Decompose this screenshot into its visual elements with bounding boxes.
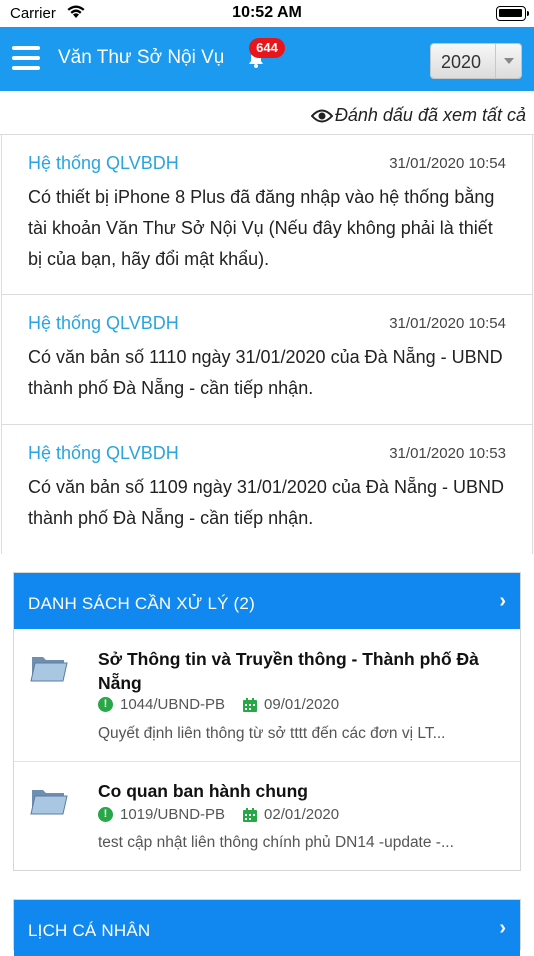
chevron-down-icon — [495, 44, 521, 78]
notification-body: Có văn bản số 1109 ngày 31/01/2020 của Đ… — [28, 477, 504, 528]
calendar-panel: LỊCH CÁ NHÂN › — [13, 899, 521, 956]
calendar-icon — [243, 697, 258, 712]
calendar-panel-title: LỊCH CÁ NHÂN — [28, 921, 151, 940]
exclamation-circle-icon: ! — [98, 807, 113, 822]
eye-icon — [310, 109, 333, 122]
todo-item-code: 1019/UBND-PB — [120, 806, 226, 823]
notification-date: 31/01/2020 10:54 — [389, 315, 506, 332]
todo-panel-header[interactable]: DANH SÁCH CẦN XỬ LÝ (2) › — [14, 573, 520, 629]
todo-item-desc: Quyết định liên thông từ sở tttt đến các… — [98, 725, 446, 742]
notification-item[interactable]: Hệ thống QLVBDH 31/01/2020 10:54 Có văn … — [1, 295, 533, 425]
todo-item-meta: ! 1019/UBND-PB 02/01/2020 — [98, 806, 339, 823]
chevron-right-icon: › — [499, 917, 506, 939]
nav-title: Văn Thư Sở Nội Vụ — [58, 47, 225, 68]
todo-item-title: Sở Thông tin và Truyền thông - Thành phố… — [98, 649, 479, 693]
todo-item[interactable]: Co quan ban hành chung ! 1019/UBND-PB 02… — [14, 762, 520, 870]
mark-all-read-link[interactable]: Đánh dấu đã xem tất cả — [310, 105, 526, 126]
exclamation-circle-icon: ! — [98, 697, 113, 712]
todo-item-date: 02/01/2020 — [264, 806, 340, 823]
todo-item-title: Co quan ban hành chung — [98, 781, 308, 801]
todo-item-desc: test cập nhật liên thông chính phủ DN14 … — [98, 834, 454, 851]
notification-date: 31/01/2020 10:54 — [389, 155, 506, 172]
todo-item-meta: ! 1044/UBND-PB 09/01/2020 — [98, 696, 339, 713]
year-select[interactable]: 2020 — [430, 43, 522, 79]
status-time: 10:52 AM — [232, 4, 302, 21]
status-bar: Carrier 10:52 AM — [0, 0, 534, 27]
notification-count-badge[interactable]: 644 — [249, 38, 285, 58]
folder-icon — [30, 790, 68, 815]
folder-icon — [30, 657, 68, 682]
hamburger-menu-icon[interactable] — [12, 46, 40, 70]
notification-date: 31/01/2020 10:53 — [389, 445, 506, 462]
notification-list[interactable]: Hệ thống QLVBDH 31/01/2020 10:54 Có thiế… — [0, 134, 534, 554]
todo-panel-title: DANH SÁCH CẦN XỬ LÝ (2) — [28, 594, 255, 613]
mark-all-read-label: Đánh dấu đã xem tất cả — [334, 105, 526, 125]
todo-item[interactable]: Sở Thông tin và Truyền thông - Thành phố… — [14, 629, 520, 762]
todo-item-date: 09/01/2020 — [264, 696, 340, 713]
year-select-value: 2020 — [441, 52, 482, 72]
todo-item-code: 1044/UBND-PB — [120, 696, 226, 713]
calendar-panel-header[interactable]: LỊCH CÁ NHÂN › — [14, 900, 520, 956]
notification-body: Có thiết bị iPhone 8 Plus đã đăng nhập v… — [28, 187, 495, 269]
calendar-icon — [243, 807, 258, 822]
todo-panel: DANH SÁCH CẦN XỬ LÝ (2) › Sở Thông tin v… — [13, 572, 521, 871]
notification-item[interactable]: Hệ thống QLVBDH 31/01/2020 10:54 Có thiế… — [1, 135, 533, 295]
notification-body: Có văn bản số 1110 ngày 31/01/2020 của Đ… — [28, 347, 503, 398]
chevron-right-icon: › — [499, 590, 506, 612]
notification-item[interactable]: Hệ thống QLVBDH 31/01/2020 10:53 Có văn … — [1, 425, 533, 554]
battery-icon — [496, 6, 529, 21]
nav-bar: Văn Thư Sở Nội Vụ 644 2020 — [0, 27, 534, 91]
